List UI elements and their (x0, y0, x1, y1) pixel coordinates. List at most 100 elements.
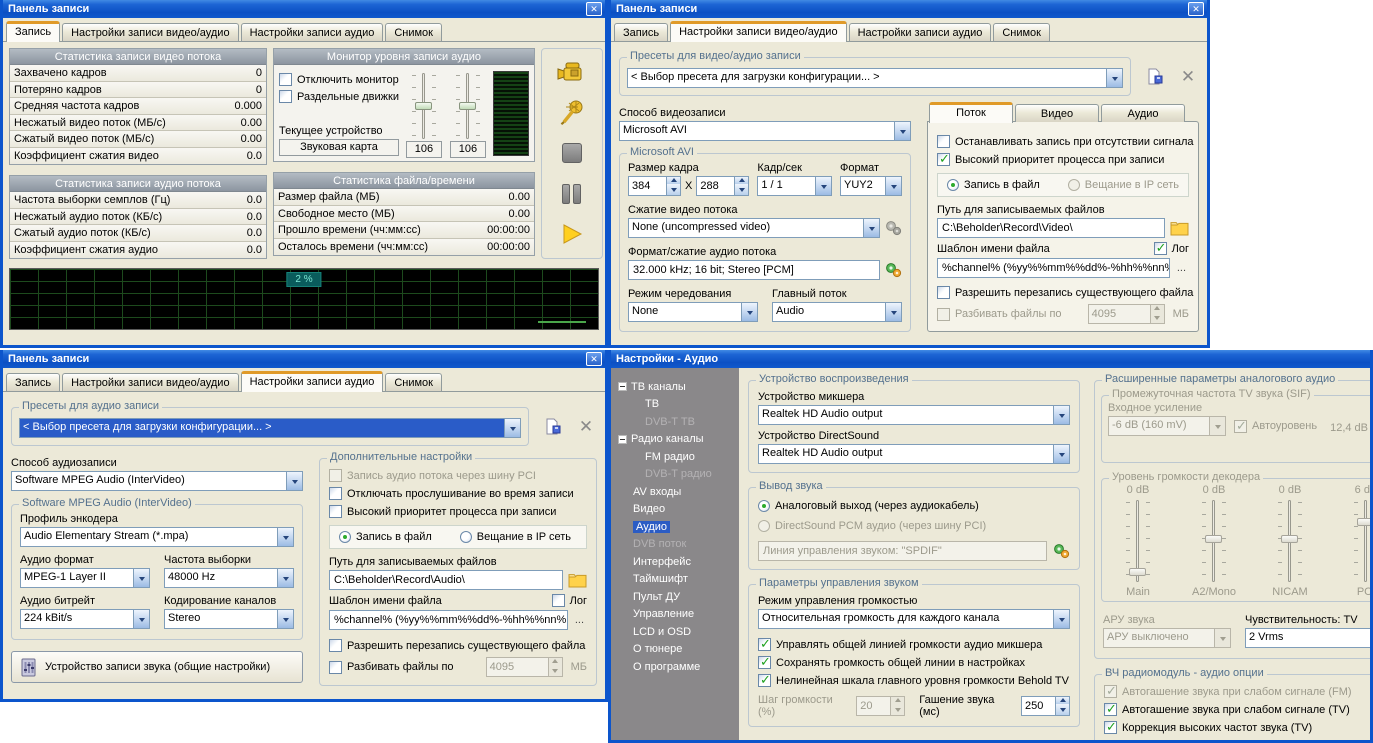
stop-button[interactable] (552, 136, 592, 170)
tab-record[interactable]: Запись (614, 23, 668, 41)
overwrite-checkbox[interactable]: Разрешить перезапись существующего файла (937, 286, 1189, 299)
tab-stream[interactable]: Поток (929, 102, 1013, 123)
stepper-arrows[interactable] (734, 176, 749, 196)
record-path-input[interactable]: C:\Beholder\Record\Audio\ (329, 570, 563, 590)
stepper-arrows[interactable] (666, 176, 681, 196)
overwrite-checkbox[interactable]: Разрешить перезапись существующего файла (329, 639, 587, 652)
chevron-down-icon[interactable] (894, 122, 910, 140)
record-video-button[interactable] (552, 56, 592, 90)
volume-mode-select[interactable]: Относительная громкость для каждого кана… (758, 609, 1070, 629)
sample-rate-select[interactable]: 48000 Hz (164, 568, 294, 588)
save-preset-button[interactable] (541, 417, 563, 437)
chevron-down-icon[interactable] (1053, 406, 1069, 424)
tree-item-timeshift[interactable]: Таймшифт (618, 571, 739, 589)
tree-item-remote[interactable]: Пульт ДУ (618, 588, 739, 606)
tree-item-radio-channels[interactable]: Радио каналы (618, 431, 739, 449)
tab-snapshot[interactable]: Снимок (385, 373, 442, 391)
tab-record[interactable]: Запись (6, 21, 60, 42)
chevron-down-icon[interactable] (815, 177, 831, 195)
monitor-level-slider-right[interactable] (456, 71, 480, 141)
main-stream-select[interactable]: Audio (772, 302, 902, 322)
filename-template-input[interactable]: %channel% (%yy%%mm%%dd%-%hh%%nn% (329, 610, 568, 630)
filename-template-input[interactable]: %channel% (%yy%%mm%%dd%-%hh%%nn% (937, 258, 1170, 278)
mixer-device-select[interactable]: Realtek HD Audio output (758, 405, 1070, 425)
collapse-icon[interactable] (618, 382, 627, 391)
slider-thumb[interactable] (459, 102, 476, 110)
split-files-checkbox[interactable]: Разбивать файлы по (329, 661, 454, 674)
tree-item-interface[interactable]: Интерфейс (618, 553, 739, 571)
mute-listen-checkbox[interactable]: Отключать прослушивание во время записи (329, 487, 587, 500)
template-more-button[interactable]: ... (572, 614, 587, 626)
chevron-down-icon[interactable] (1106, 69, 1122, 87)
format-select[interactable]: YUY2 (840, 176, 902, 196)
tree-item-video[interactable]: Видео (618, 501, 739, 519)
chevron-down-icon[interactable] (885, 303, 901, 321)
separate-sliders-checkbox[interactable]: Раздельные движки (279, 90, 399, 103)
tab-audio-settings[interactable]: Настройки записи аудио (241, 23, 384, 41)
arrow-up-icon[interactable] (735, 177, 748, 184)
save-preset-button[interactable] (1143, 67, 1165, 87)
frame-height-stepper[interactable]: 288 (696, 176, 749, 196)
chevron-down-icon[interactable] (504, 419, 520, 437)
arrow-down-icon[interactable] (667, 184, 680, 195)
mixer-master-line-checkbox[interactable]: Управлять общей линией громкости аудио м… (758, 638, 1070, 651)
chevron-down-icon[interactable] (277, 569, 293, 587)
sensitivity-select[interactable]: 2 Vrms (1245, 628, 1370, 648)
chevron-down-icon[interactable] (277, 610, 293, 628)
tree-item-about-tuner[interactable]: О тюнере (618, 641, 739, 659)
disable-monitor-checkbox[interactable]: Отключить монитор (279, 73, 399, 86)
nonlinear-scale-checkbox[interactable]: Нелинейная шкала главного уровня громкос… (758, 674, 1070, 687)
tree-item-lcd-osd[interactable]: LCD и OSD (618, 623, 739, 641)
bitrate-select[interactable]: 224 kBit/s (20, 609, 150, 629)
record-to-file-radio[interactable]: Запись в файл (947, 179, 1040, 191)
close-icon[interactable] (586, 352, 602, 366)
tab-snapshot[interactable]: Снимок (993, 23, 1050, 41)
high-priority-checkbox[interactable]: Высокий приоритет процесса при записи (937, 153, 1189, 166)
tab-video-audio-settings[interactable]: Настройки записи видео/аудио (62, 373, 238, 391)
chevron-down-icon[interactable] (885, 177, 901, 195)
audio-format-select[interactable]: MPEG-1 Layer II (20, 568, 150, 588)
stop-on-no-signal-checkbox[interactable]: Останавливать запись при отсутствии сигн… (937, 135, 1189, 148)
titlebar[interactable]: Настройки - Аудио (611, 350, 1370, 368)
tree-item-about-program[interactable]: О программе (618, 658, 739, 676)
delete-preset-button[interactable] (1177, 67, 1199, 87)
channel-coding-select[interactable]: Stereo (164, 609, 294, 629)
collapse-icon[interactable] (618, 435, 627, 444)
delete-preset-button[interactable] (575, 417, 597, 437)
interleave-select[interactable]: None (628, 302, 758, 322)
tab-audio-settings[interactable]: Настройки записи аудио (241, 371, 384, 392)
arrow-up-icon[interactable] (667, 177, 680, 184)
close-icon[interactable] (586, 2, 602, 16)
high-priority-checkbox[interactable]: Высокий приоритет процесса при записи (329, 505, 587, 518)
sound-line-config-icon[interactable] (1053, 543, 1070, 559)
tree-item-tv[interactable]: ТВ (618, 396, 739, 414)
tree-item-audio[interactable]: Аудио (618, 518, 739, 536)
chevron-down-icon[interactable] (286, 472, 302, 490)
tree-item-av-inputs[interactable]: AV входы (618, 483, 739, 501)
tree-item-fm-radio[interactable]: FM радио (618, 448, 739, 466)
audio-method-select[interactable]: Software MPEG Audio (InterVideo) (11, 471, 303, 491)
frame-width-stepper[interactable]: 384 (628, 176, 681, 196)
tree-item-control[interactable]: Управление (618, 606, 739, 624)
tv-auto-mute-checkbox[interactable]: Автогашение звука при слабом сигнале (TV… (1104, 703, 1370, 716)
titlebar[interactable]: Панель записи (3, 350, 605, 368)
tab-audio[interactable]: Аудио (1101, 104, 1185, 122)
chevron-down-icon[interactable] (133, 610, 149, 628)
chevron-down-icon[interactable] (863, 219, 879, 237)
browse-folder-icon[interactable] (1170, 221, 1189, 236)
chevron-down-icon[interactable] (1053, 445, 1069, 463)
record-path-input[interactable]: C:\Beholder\Record\Video\ (937, 218, 1165, 238)
preset-select[interactable]: < Выбор пресета для загрузки конфигураци… (19, 418, 521, 438)
broadcast-ip-radio[interactable]: Вещание в IP сеть (460, 531, 571, 543)
tab-audio-settings[interactable]: Настройки записи аудио (849, 23, 992, 41)
monitor-level-slider-left[interactable] (412, 71, 436, 141)
tree-item-tv-channels[interactable]: ТВ каналы (618, 378, 739, 396)
tab-video-audio-settings[interactable]: Настройки записи видео/аудио (670, 21, 846, 42)
directsound-device-select[interactable]: Realtek HD Audio output (758, 444, 1070, 464)
analog-output-radio[interactable]: Аналоговый выход (через аудиокабель) (758, 500, 1070, 512)
chevron-down-icon[interactable] (133, 569, 149, 587)
tab-snapshot[interactable]: Снимок (385, 23, 442, 41)
video-method-select[interactable]: Microsoft AVI (619, 121, 911, 141)
browse-folder-icon[interactable] (568, 573, 587, 588)
log-checkbox[interactable]: Лог (552, 594, 587, 607)
